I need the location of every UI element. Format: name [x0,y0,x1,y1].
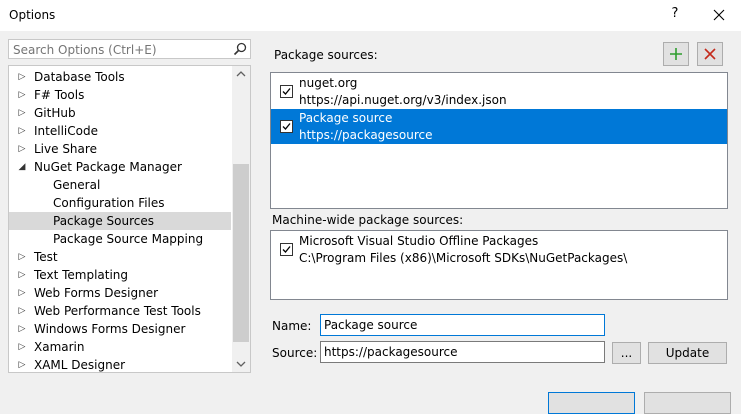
tree-item-label: Live Share [34,142,97,156]
tree-item[interactable]: General [9,176,231,194]
source-name: Microsoft Visual Studio Offline Packages [299,234,539,248]
tree-item[interactable]: ▷ IntelliCode [9,122,231,140]
tree-item[interactable]: ◢ NuGet Package Manager [9,158,231,176]
tree-item[interactable]: ▷ GitHub [9,104,231,122]
collapse-arrow-icon[interactable]: ◢ [16,158,28,176]
machine-wide-heading: Machine-wide package sources: [272,213,464,227]
expand-arrow-icon[interactable]: ▷ [16,86,28,104]
options-tree[interactable]: ▷ Database Tools ▷ F# Tools ▷ GitHub ▷ IntelliC… [8,65,251,373]
tree-item-label: Configuration Files [53,196,165,210]
checkmark-icon [282,246,291,253]
expand-arrow-icon[interactable]: ▷ [16,266,28,284]
browse-button[interactable]: ... [612,342,641,364]
package-sources-list[interactable]: nuget.org https://api.nuget.org/v3/index… [270,72,728,209]
remove-source-button[interactable] [697,42,723,66]
close-button[interactable] [705,4,735,26]
tree-item-label: GitHub [34,106,76,120]
tree-item[interactable]: ▷ Database Tools [9,68,231,86]
name-input[interactable] [324,317,596,333]
expand-arrow-icon[interactable]: ▷ [16,68,28,86]
source-input[interactable] [324,344,596,360]
tree-item-label: NuGet Package Manager [34,160,182,174]
source-url: https://packagesource [299,128,433,142]
tree-item[interactable]: Configuration Files [9,194,231,212]
tree-item[interactable]: ▷ Xamarin [9,338,231,356]
tree-item-label: Web Forms Designer [34,286,159,300]
tree-item-label: Xamarin [34,340,85,354]
tree-item[interactable]: Package Source Mapping [9,230,231,248]
source-field[interactable] [320,341,605,363]
name-label: Name: [272,319,312,333]
add-source-button[interactable] [663,42,689,66]
tree-item-label: Package Sources [53,214,155,228]
tree-item-label: Database Tools [34,70,125,84]
chevron-down-icon [236,361,246,367]
machine-wide-sources-list[interactable]: Microsoft Visual Studio Offline Packages… [270,230,728,300]
tree-item[interactable]: ▷ XAML Designer [9,356,231,372]
title-bar: Options ? [0,0,741,31]
tree-item[interactable]: ▷ F# Tools [9,86,231,104]
search-icon[interactable] [233,42,247,56]
cancel-button[interactable] [644,392,731,414]
expand-arrow-icon[interactable]: ▷ [16,104,28,122]
tree-item[interactable]: ▷ Windows Forms Designer [9,320,231,338]
enable-checkbox[interactable] [280,120,293,133]
scroll-down-button[interactable] [232,355,250,372]
source-name: nuget.org [299,76,358,90]
tree-item-label: F# Tools [34,88,85,102]
tree-item-label: Windows Forms Designer [34,322,186,336]
plus-icon [670,48,682,60]
expand-arrow-icon[interactable]: ▷ [16,140,28,158]
checkmark-icon [282,123,291,130]
tree-item[interactable]: ▷ Web Forms Designer [9,284,231,302]
expand-arrow-icon[interactable]: ▷ [16,338,28,356]
tree-item[interactable]: ▷ Text Templating [9,266,231,284]
name-field[interactable] [320,314,605,336]
enable-checkbox[interactable] [280,243,293,256]
expand-arrow-icon[interactable]: ▷ [16,122,28,140]
package-sources-heading: Package sources: [274,48,378,62]
search-options-box[interactable] [8,39,251,59]
tree-item-label: General [53,178,101,192]
tree-item-label: Test [34,250,58,264]
expand-arrow-icon[interactable]: ▷ [16,248,28,266]
search-input[interactable] [13,42,228,57]
package-source-item-selected[interactable]: Package source https://packagesource [271,109,727,144]
update-button[interactable]: Update [648,342,727,364]
tree-item-label: IntelliCode [34,124,98,138]
source-url: https://api.nuget.org/v3/index.json [299,93,507,107]
ok-button[interactable] [548,392,635,414]
tree-item[interactable]: Package Sources [9,212,231,230]
tree-item[interactable]: ▷ Web Performance Test Tools [9,302,231,320]
tree-item-label: XAML Designer [34,358,126,372]
tree-item-label: Text Templating [34,268,129,282]
tree-item-label: Package Source Mapping [53,232,204,246]
x-icon [704,48,716,60]
source-label: Source: [272,346,318,360]
source-name: Package source [299,111,393,125]
package-source-item[interactable]: nuget.org https://api.nuget.org/v3/index… [271,74,727,109]
expand-arrow-icon[interactable]: ▷ [16,284,28,302]
expand-arrow-icon[interactable]: ▷ [16,320,28,338]
tree-item[interactable]: ▷ Live Share [9,140,231,158]
help-button[interactable]: ? [669,6,681,21]
enable-checkbox[interactable] [280,85,293,98]
scroll-thumb[interactable] [233,164,249,342]
machine-source-item[interactable]: Microsoft Visual Studio Offline Packages… [271,232,727,267]
chevron-up-icon [236,71,246,77]
source-url: C:\Program Files (x86)\Microsoft SDKs\Nu… [299,251,628,265]
close-icon [713,9,725,21]
expand-arrow-icon[interactable]: ▷ [16,302,28,320]
tree-item-label: Web Performance Test Tools [34,304,201,318]
scroll-up-button[interactable] [232,66,250,83]
window-title: Options [9,8,56,22]
tree-item[interactable]: ▷ Test [9,248,231,266]
expand-arrow-icon[interactable]: ▷ [16,356,28,372]
tree-scrollbar[interactable] [232,66,250,372]
checkmark-icon [282,88,291,95]
